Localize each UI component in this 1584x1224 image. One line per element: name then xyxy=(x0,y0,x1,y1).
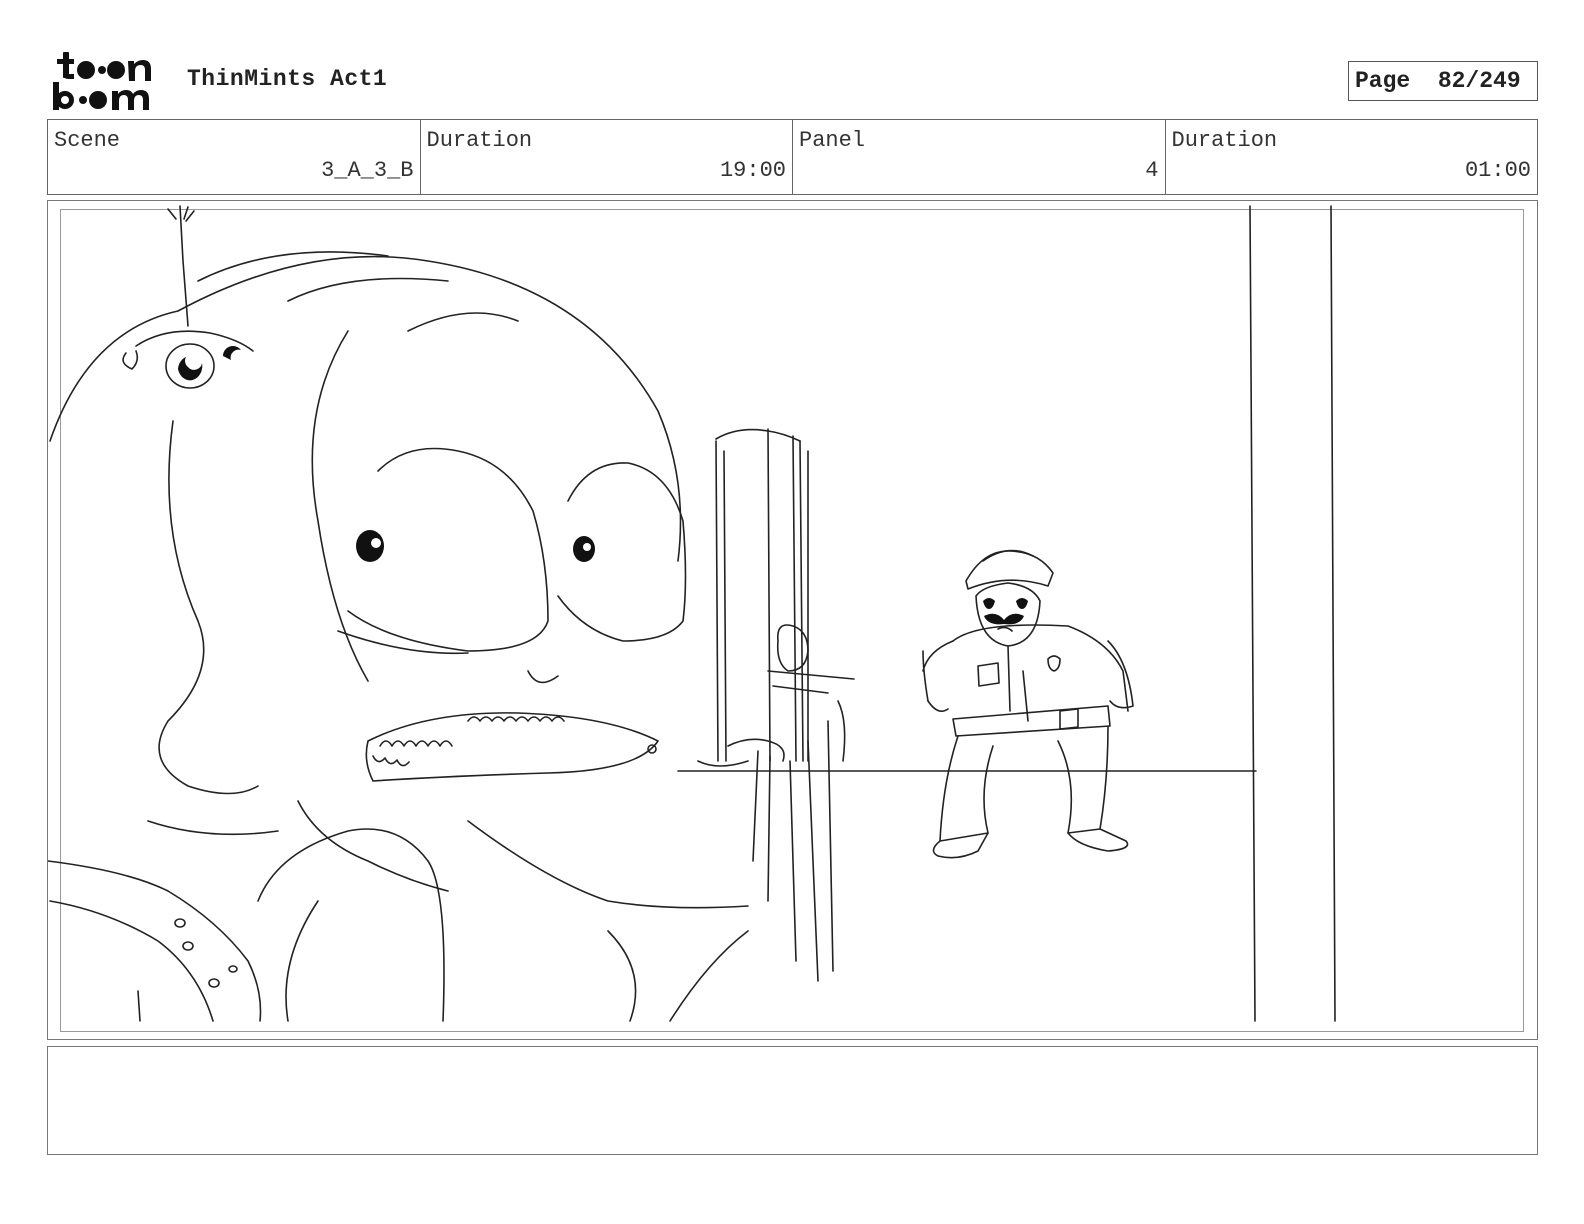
girl-face xyxy=(297,447,687,892)
scene-value: 3_A_3_B xyxy=(321,158,414,183)
page-label: Page xyxy=(1355,68,1411,94)
scene-duration-cell: Duration 19:00 xyxy=(421,120,793,194)
panel-cell: Panel 4 xyxy=(793,120,1166,194)
page-indicator: Page 82/249 xyxy=(1348,61,1538,101)
antenna-creature xyxy=(122,205,254,389)
panel-duration-value: 01:00 xyxy=(1464,158,1531,183)
girl-body xyxy=(48,820,749,1022)
policeman xyxy=(922,549,1134,859)
storyboard-sketch xyxy=(48,205,1336,1022)
project-title: ThinMints Act1 xyxy=(187,66,388,92)
toonboom-logo xyxy=(53,52,151,110)
scene-label: Scene xyxy=(54,128,121,153)
panel-duration-cell: Duration 01:00 xyxy=(1166,120,1538,194)
wall-post-right xyxy=(1330,205,1336,1022)
page-number: 82/249 xyxy=(1437,68,1521,94)
panel-duration-label: Duration xyxy=(1171,128,1278,153)
scene-cell: Scene 3_A_3_B xyxy=(48,120,421,194)
scene-duration-label: Duration xyxy=(426,128,533,153)
wall-post-left xyxy=(1249,205,1256,1022)
panel-notes-box[interactable] xyxy=(47,1046,1538,1155)
panel-label: Panel xyxy=(799,128,866,153)
scene-duration-value: 19:00 xyxy=(719,158,786,183)
scene-info-table: Scene 3_A_3_B Duration 19:00 Panel 4 Dur… xyxy=(47,119,1538,195)
hand-gun xyxy=(697,428,855,982)
panel-value: 4 xyxy=(1145,158,1159,183)
